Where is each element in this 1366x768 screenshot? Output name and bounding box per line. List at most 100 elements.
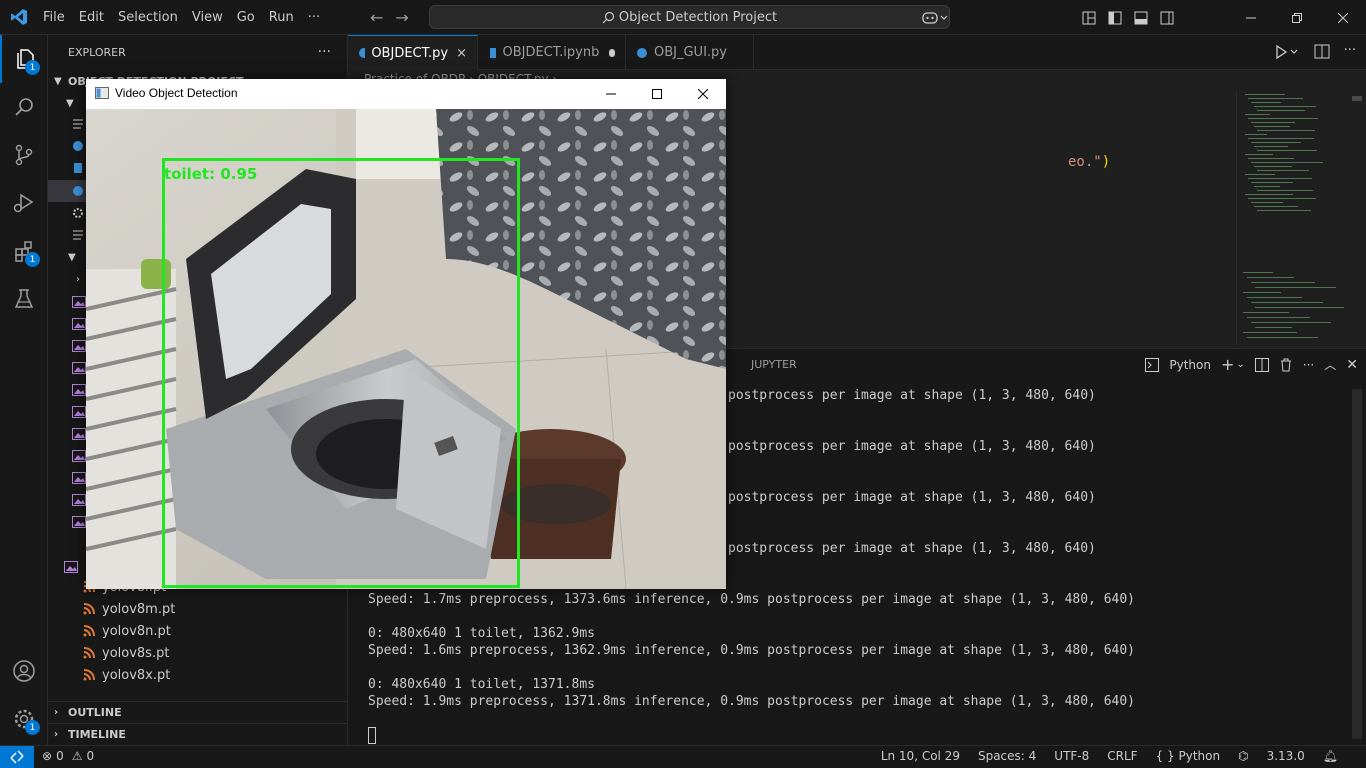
encoding[interactable]: UTF-8 [1054, 749, 1089, 763]
customize-layout-icon[interactable] [1076, 8, 1102, 28]
chevron-down-icon: ▼ [66, 97, 74, 109]
title-bar: File Edit Selection View Go Run ··· ← → … [0, 0, 1366, 35]
minimap-line [1255, 287, 1336, 288]
manage-activity[interactable]: 1 [0, 695, 48, 743]
menu-view[interactable]: View [185, 10, 230, 25]
toggle-primary-sidebar-icon[interactable] [1102, 8, 1128, 28]
remote-indicator[interactable] [0, 746, 34, 768]
image-file-icon [72, 406, 86, 418]
terminal-scrollbar[interactable] [1352, 389, 1362, 739]
scrollbar-thumb[interactable] [1352, 96, 1362, 101]
minimap-line [1254, 146, 1288, 147]
terminal-line: 0: 480x640 1 toilet, 1371.8ms [368, 677, 595, 692]
more-actions-icon[interactable]: ··· [318, 44, 331, 60]
tab-obj-gui-py[interactable]: OBJ_GUI.py [626, 35, 754, 70]
language-mode[interactable]: { } Python [1156, 749, 1221, 763]
menu-go[interactable]: Go [230, 10, 262, 25]
terminal-cursor [368, 727, 376, 744]
activity-bar: 1 1 1 [0, 35, 48, 745]
minimap-line [1254, 126, 1290, 127]
indentation[interactable]: Spaces: 4 [978, 749, 1036, 763]
file-row[interactable]: yolov8m.pt [48, 598, 348, 620]
file-label: yolov8n.pt [102, 623, 171, 639]
minimap-line [1254, 106, 1316, 107]
outline-section[interactable]: › OUTLINE [48, 701, 348, 723]
more-actions-icon[interactable]: ··· [1344, 43, 1356, 61]
copilot-status-icon[interactable]: ⌬ [1238, 749, 1248, 763]
extensions-activity[interactable]: 1 [0, 227, 48, 275]
chevron-down-icon[interactable]: ⌄ [1236, 359, 1244, 370]
detection-maximize-button[interactable] [634, 79, 680, 109]
split-editor-icon[interactable] [1314, 43, 1330, 61]
command-center-search[interactable]: Object Detection Project [429, 5, 950, 29]
terminal-shell-label[interactable]: Python [1169, 358, 1211, 372]
close-button[interactable] [1320, 0, 1366, 35]
split-terminal-icon[interactable] [1254, 357, 1269, 372]
toggle-secondary-sidebar-icon[interactable] [1154, 8, 1180, 28]
accounts-activity[interactable] [0, 647, 48, 695]
close-icon[interactable]: × [456, 46, 467, 61]
text-file-icon [72, 229, 86, 241]
editor-actions: ··· [1274, 43, 1356, 61]
testing-activity[interactable] [0, 275, 48, 323]
menu-selection[interactable]: Selection [111, 10, 185, 25]
restore-button[interactable] [1274, 0, 1320, 35]
warning-icon: ⚠ [71, 749, 83, 763]
menu-more[interactable]: ··· [301, 10, 327, 25]
file-label: yolov8s.pt [102, 645, 170, 661]
image-file-icon [72, 450, 86, 462]
minimap-line [1248, 138, 1314, 139]
run-debug-icon [13, 193, 34, 213]
problems-indicator[interactable]: ⊗ 0 ⚠ 0 [42, 749, 94, 763]
braces-icon: { } [1155, 749, 1175, 763]
language-label: Python [1178, 749, 1221, 763]
tab-objdect-ipynb[interactable]: OBJDECT.ipynb [478, 35, 626, 70]
minimap-line [1251, 122, 1295, 123]
video-detection-window[interactable]: Video Object Detection toilet: 0.95 [86, 79, 726, 589]
detection-close-button[interactable] [680, 79, 726, 109]
menu-file[interactable]: File [36, 10, 72, 25]
minimap-line [1254, 166, 1292, 167]
minimap-line [1245, 134, 1267, 135]
minimap[interactable] [1236, 90, 1346, 345]
trash-icon[interactable] [1279, 358, 1293, 372]
unsaved-dot-icon [609, 48, 615, 57]
minimap-line [1245, 154, 1273, 155]
tab-jupyter[interactable]: JUPYTER [751, 358, 797, 371]
menu-run[interactable]: Run [262, 10, 301, 25]
explorer-activity[interactable]: 1 [0, 35, 48, 83]
notifications-bell-icon[interactable]: 🔔︎ [1323, 749, 1338, 763]
tab-objdect-py[interactable]: OBJDECT.py × [348, 35, 478, 70]
file-row[interactable]: yolov8x.pt [48, 664, 348, 686]
minimap-line [1254, 186, 1280, 187]
back-arrow-icon[interactable]: ← [370, 8, 383, 27]
image-file-icon [72, 384, 86, 396]
close-icon[interactable]: ✕ [1346, 357, 1358, 373]
minimize-button[interactable] [1228, 0, 1274, 35]
detection-window-titlebar[interactable]: Video Object Detection [86, 79, 726, 109]
chevron-up-icon[interactable]: ︿ [1324, 356, 1336, 373]
new-terminal-icon[interactable]: + [1221, 355, 1234, 374]
detection-minimize-button[interactable] [588, 79, 634, 109]
end-of-line[interactable]: CRLF [1107, 749, 1137, 763]
python-file-icon [72, 140, 86, 152]
terminal-line: 0: 480x640 1 toilet, 1362.9ms [368, 626, 595, 641]
explorer-header: EXPLORER ··· [48, 35, 347, 70]
menu-edit[interactable]: Edit [72, 10, 111, 25]
search-activity[interactable] [0, 83, 48, 131]
copilot-icon[interactable] [916, 8, 956, 28]
timeline-section[interactable]: › TIMELINE [48, 723, 348, 745]
more-actions-icon[interactable]: ··· [1303, 358, 1314, 372]
cursor-position[interactable]: Ln 10, Col 29 [881, 749, 960, 763]
python-version[interactable]: 3.13.0 [1267, 749, 1305, 763]
forward-arrow-icon[interactable]: → [395, 8, 408, 27]
source-control-activity[interactable] [0, 131, 48, 179]
run-icon[interactable] [1274, 43, 1300, 61]
code-line[interactable]: eo.") [1068, 154, 1110, 170]
minimap-line [1248, 178, 1312, 179]
file-row[interactable]: yolov8s.pt [48, 642, 348, 664]
run-debug-activity[interactable] [0, 179, 48, 227]
error-count: 0 [56, 749, 64, 763]
file-row[interactable]: yolov8n.pt [48, 620, 348, 642]
toggle-panel-icon[interactable] [1128, 8, 1154, 28]
